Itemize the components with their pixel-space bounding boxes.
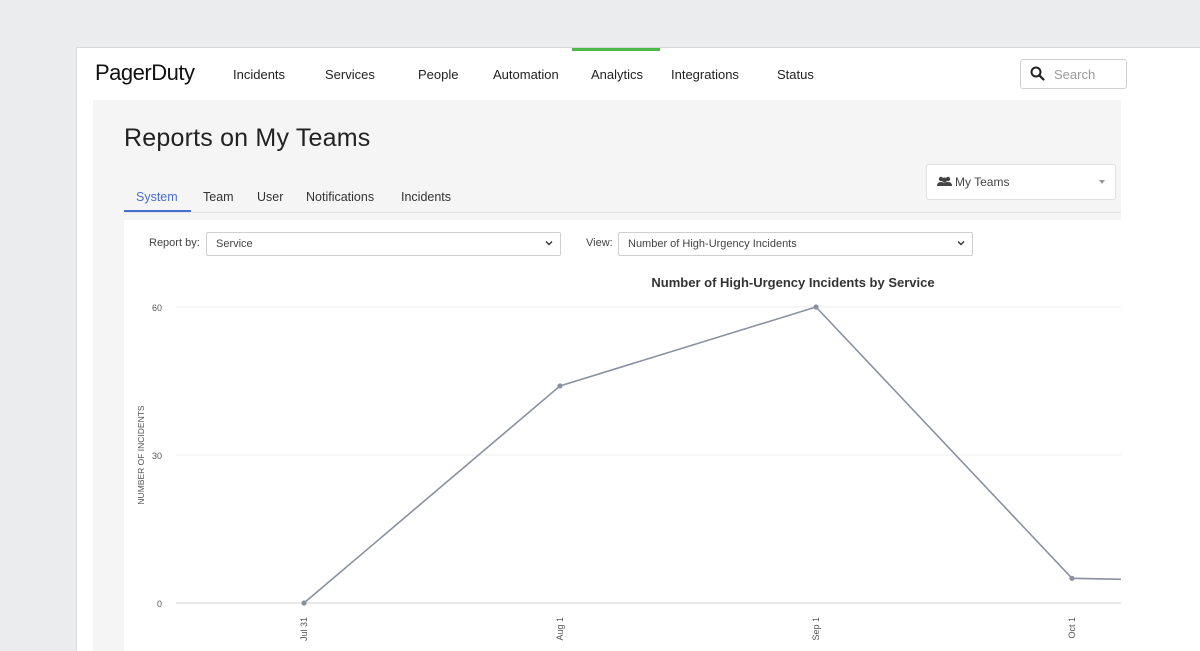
x-tick-label: Oct 1 — [1067, 617, 1077, 639]
chevron-down-icon — [1099, 180, 1105, 184]
users-icon — [937, 176, 952, 186]
y-tick-label: 0 — [157, 599, 162, 609]
tab-incidents[interactable]: Incidents — [401, 190, 451, 204]
app-window: PagerDuty Incidents Services People Auto… — [76, 47, 1200, 651]
data-point — [557, 383, 563, 389]
page-content: Reports on My Teams My Teams System Team… — [93, 100, 1121, 651]
search-box[interactable]: Search — [1020, 59, 1127, 89]
data-point — [1069, 575, 1075, 581]
tab-user[interactable]: User — [257, 190, 283, 204]
x-tick-label: Sep 1 — [811, 617, 821, 641]
incidents-line-chart: Number of High-Urgency Incidents by Serv… — [136, 275, 1121, 641]
y-tick-label: 60 — [152, 303, 162, 313]
data-point — [301, 600, 307, 606]
nav-item-incidents[interactable]: Incidents — [233, 67, 285, 82]
search-icon — [1030, 66, 1045, 81]
page-title: Reports on My Teams — [124, 124, 371, 152]
tab-notifications[interactable]: Notifications — [306, 190, 374, 204]
top-nav: PagerDuty Incidents Services People Auto… — [77, 48, 1200, 100]
nav-item-integrations[interactable]: Integrations — [671, 67, 739, 82]
nav-item-automation[interactable]: Automation — [493, 67, 559, 82]
y-axis-label: NUMBER OF INCIDENTS — [136, 405, 146, 505]
x-tick-label: Jul 31 — [299, 617, 309, 641]
tabs-divider — [124, 212, 1121, 213]
y-tick-label: 30 — [152, 451, 162, 461]
report-card: Report by: Service View: Number of High-… — [124, 220, 1121, 651]
search-input[interactable]: Search — [1054, 67, 1095, 82]
pagerduty-logo[interactable]: PagerDuty — [95, 60, 195, 86]
team-selector-label: My Teams — [955, 175, 1010, 189]
nav-item-status[interactable]: Status — [777, 67, 814, 82]
tab-system[interactable]: System — [136, 190, 178, 204]
nav-active-indicator — [572, 48, 660, 51]
data-point — [813, 304, 819, 310]
nav-item-services[interactable]: Services — [325, 67, 375, 82]
chart-title: Number of High-Urgency Incidents by Serv… — [651, 275, 934, 290]
team-selector[interactable]: My Teams — [926, 164, 1116, 200]
x-tick-label: Aug 1 — [555, 617, 565, 641]
nav-item-people[interactable]: People — [418, 67, 458, 82]
tab-team[interactable]: Team — [203, 190, 234, 204]
nav-item-analytics[interactable]: Analytics — [591, 67, 643, 82]
